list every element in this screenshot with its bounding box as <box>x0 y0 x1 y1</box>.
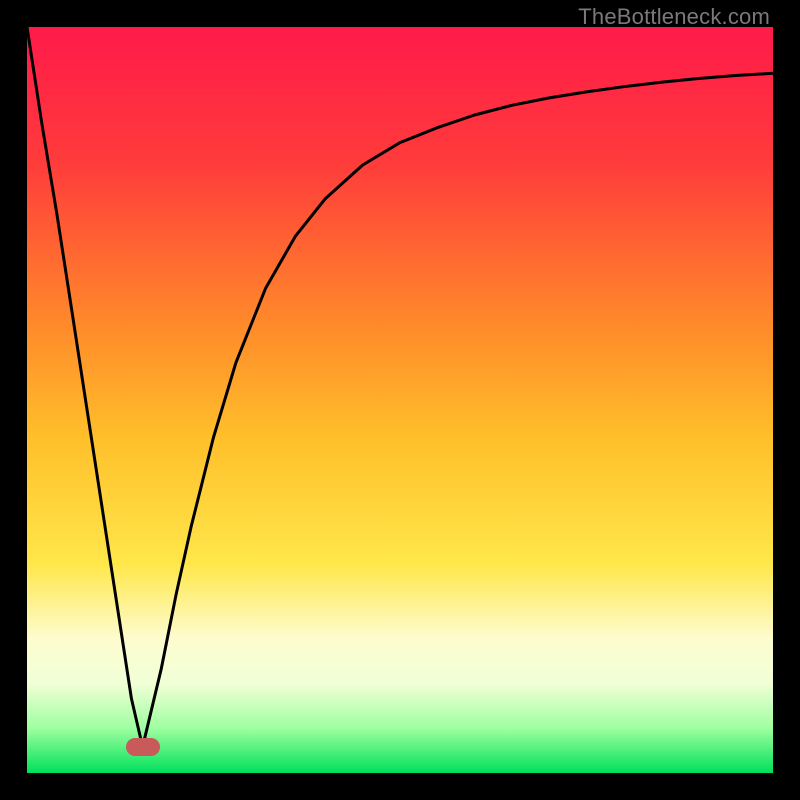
bottleneck-curve <box>27 27 773 773</box>
optimal-marker <box>126 738 160 756</box>
curve-left-branch <box>27 27 143 747</box>
curve-right-branch <box>143 73 773 747</box>
watermark-text: TheBottleneck.com <box>578 4 770 30</box>
chart-frame: TheBottleneck.com <box>0 0 800 800</box>
